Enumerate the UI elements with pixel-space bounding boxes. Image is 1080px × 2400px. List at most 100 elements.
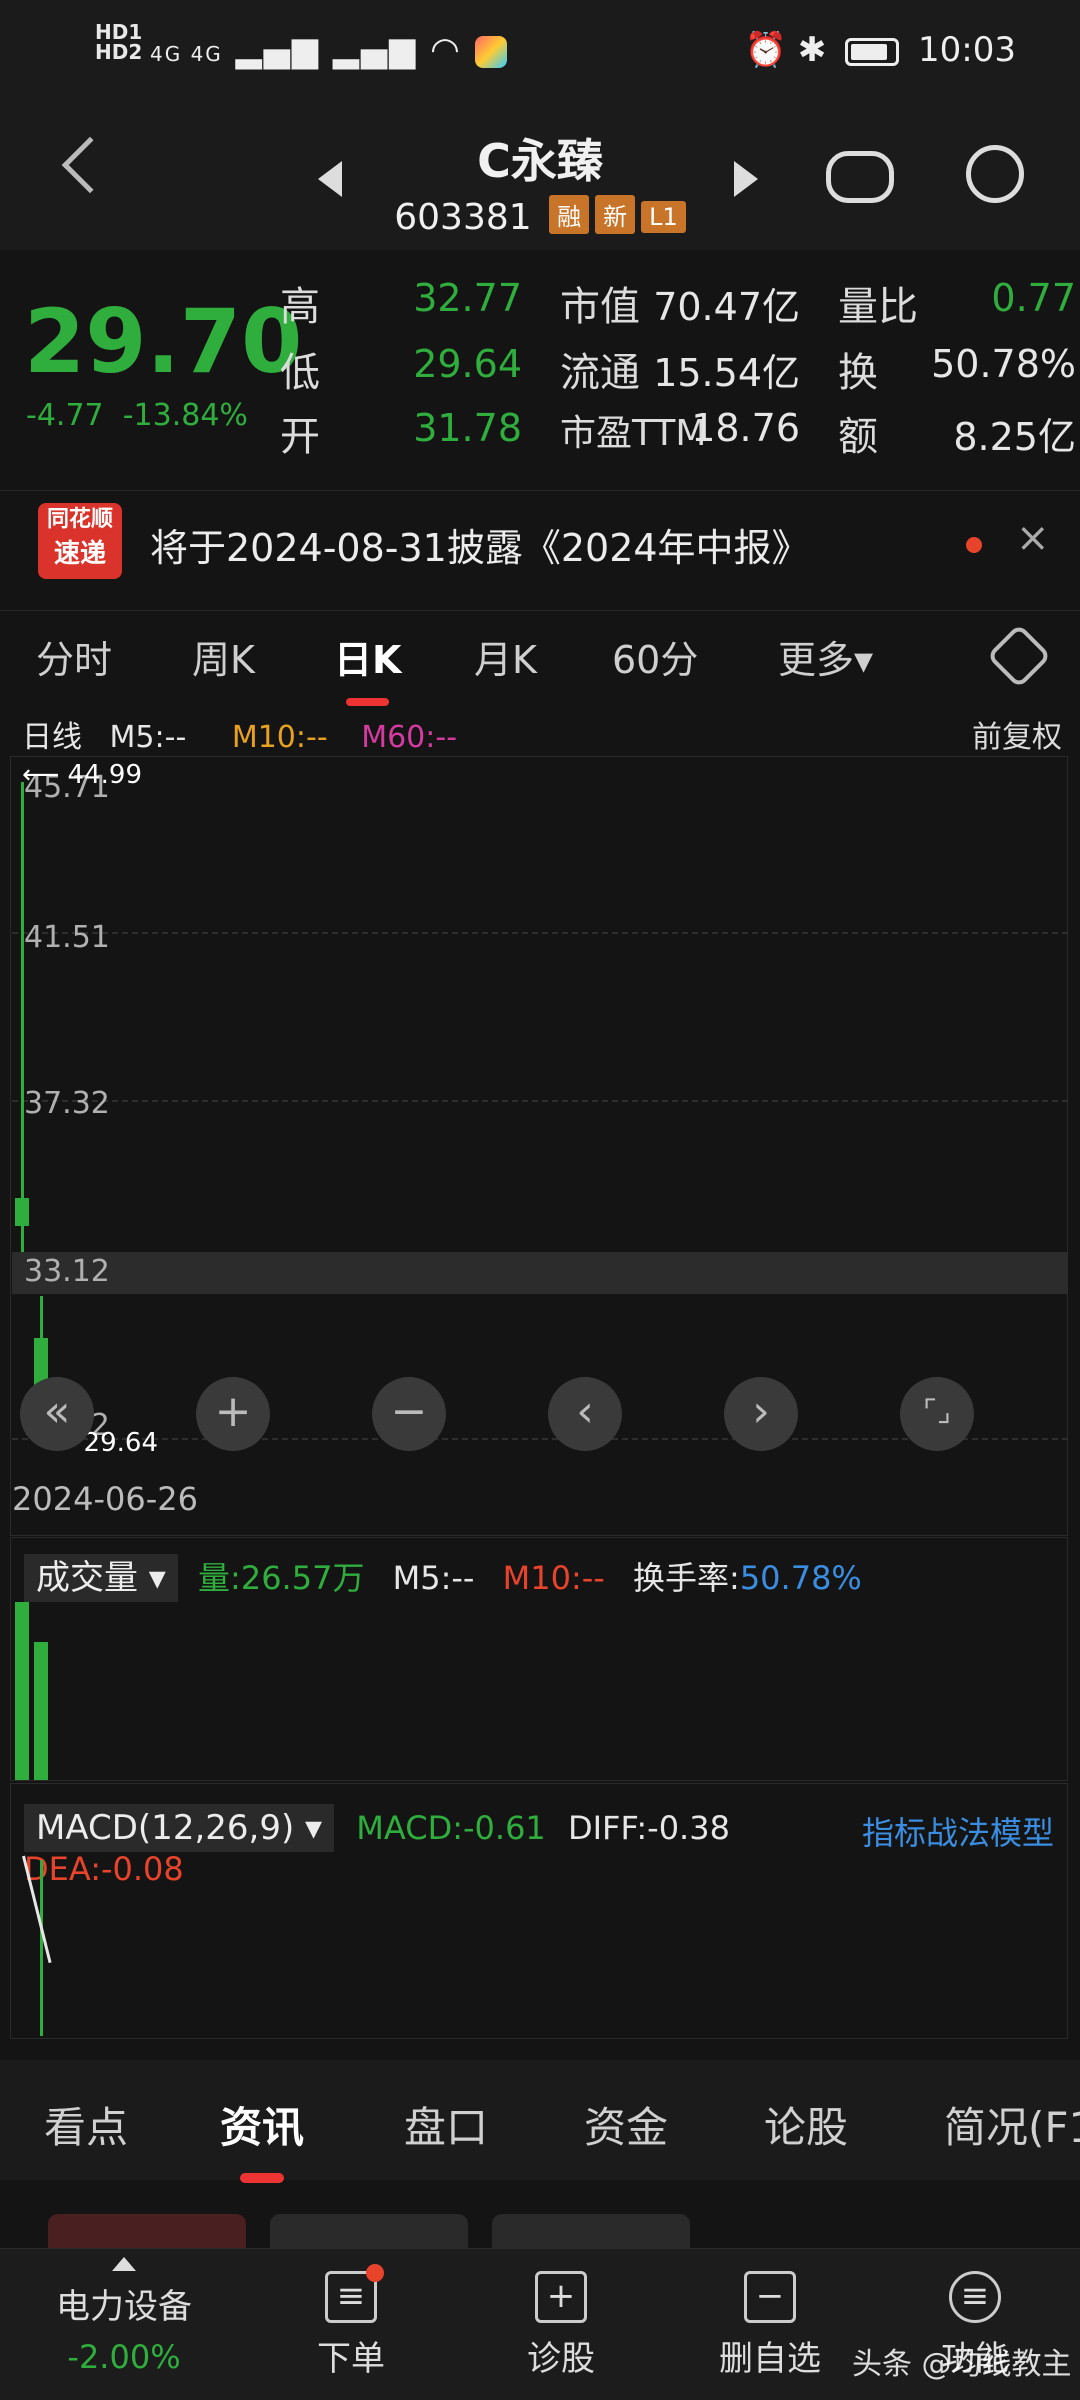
gridline [12,932,1068,934]
zoom-out-icon[interactable]: − [372,1377,446,1451]
high-marker-value: 44.99 [67,760,142,790]
nav-order-label: 下单 [317,2339,385,2379]
macd-selector-label: MACD(12,26,9) [36,1808,295,1848]
tag-margin: 融 [549,195,590,234]
sector-change: -2.00% [67,2338,181,2376]
tab-orderbook[interactable]: 盘口 [404,2094,488,2155]
macd-bar [40,1860,43,2036]
watermark: 头条 @均线教主 [852,2347,1072,2382]
indicator-model-link[interactable]: 指标战法模型 [862,1808,1054,1854]
nav-remove-label: 删自选 [719,2339,821,2379]
amount-label: 额 [838,414,878,460]
tab-weekly[interactable]: 周K [192,629,255,684]
next-stock-icon[interactable] [734,161,758,197]
nav-order[interactable]: ≡ 下单 [306,2264,396,2380]
high-value: 32.77 [413,276,522,320]
zoom-in-icon[interactable]: + [196,1377,270,1451]
volume-m10: M10:-- [502,1559,605,1597]
low-marker-value: 29.64 [83,1428,158,1458]
amount-value: 8.25亿 [953,415,1076,459]
market-cap-value: 70.47亿 [653,285,800,329]
notice-bar[interactable]: 同花顺 速递 将于2024-08-31披露《2024年中报》 × [0,490,1080,600]
float-cap-value: 15.54亿 [653,351,800,395]
tab-news[interactable]: 资讯 [220,2094,304,2183]
high-marker: ⟵ 44.99 [22,760,142,790]
sector-name: 电力设备 [56,2287,192,2327]
nav-diagnose[interactable]: + 诊股 [516,2271,606,2380]
date-label: 2024-06-26 [12,1480,198,1518]
scroll-right-icon[interactable]: › [724,1377,798,1451]
tab-highlights[interactable]: 看点 [44,2094,128,2155]
turnover-value: 50.78% [931,342,1076,386]
scroll-left-icon[interactable]: ‹ [548,1377,622,1451]
stock-header: C永臻 603381 融新 L1 [0,105,1080,250]
highlight-band [12,1252,1068,1294]
tab-daily[interactable]: 日K [334,629,401,706]
volume-m5: M5:-- [392,1559,475,1597]
turnover-rate-value: 50.78% [739,1559,862,1597]
pe-value: 18.76 [691,406,800,450]
low-label: 低 [280,350,320,396]
tag-new: 新 [595,195,636,234]
ma60-value: M60:-- [361,720,458,755]
fullscreen-icon[interactable]: ⌜⌟ [900,1377,974,1451]
tag-l1: L1 [641,201,686,233]
sector-info[interactable]: 电力设备 -2.00% [44,2257,204,2376]
volume-bar [34,1642,48,1780]
macd-value: MACD:-0.61 [356,1809,546,1847]
settings-icon[interactable] [986,623,1052,689]
search-icon[interactable] [966,145,1024,203]
volume-bar [15,1602,29,1780]
hd-badge: HD1 HD2 [95,20,143,64]
tab-60min[interactable]: 60分 [612,629,698,684]
bottom-nav: 电力设备 -2.00% ≡ 下单 + 诊股 − 删自选 ≡ 功能 头条 @均线教… [0,2248,1080,2400]
sector-up-icon [112,2257,136,2271]
notice-logo: 同花顺 速递 [38,503,122,579]
nav-remove-watchlist[interactable]: − 删自选 [710,2271,830,2380]
volume-selector-label: 成交量 [36,1558,138,1598]
volume-value: 量:26.57万 [198,1559,365,1597]
macd-selector[interactable]: MACD(12,26,9) ▾ [24,1804,335,1852]
network-label: 4G 4G [150,42,223,66]
dea-value: DEA:-0.08 [24,1850,184,1888]
signal-icons: 4G 4G ▂▄▆ ▂▄▆ ◠ [150,30,507,70]
current-price: 29.70 [24,290,303,393]
price-change: -4.77 -13.84% [26,398,248,433]
volume-legend: 成交量 ▾ 量:26.57万 M5:-- M10:-- 换手率:50.78% [24,1550,862,1602]
open-value: 31.78 [413,406,522,450]
tab-monthly[interactable]: 月K [474,629,537,684]
turnover-rate-label: 换手率: [633,1559,740,1597]
unread-dot-icon [966,537,982,553]
low-value: 29.64 [413,342,522,386]
tab-discussion[interactable]: 论股 [764,2094,848,2155]
gridline [12,1100,1068,1102]
turnover-label: 换 [838,350,878,396]
chart-period-tabs: 分时 周K 日K 月K 60分 更多▾ [0,610,1080,706]
y-tick: 37.32 [24,1086,110,1121]
tab-funds[interactable]: 资金 [584,2094,668,2155]
info-tabs: 看点 资讯 盘口 资金 论股 简况(F10) [0,2060,1080,2183]
float-cap-label: 流通 [560,350,640,396]
tab-more[interactable]: 更多▾ [778,629,873,684]
adjust-label[interactable]: 前复权 [972,712,1062,756]
volume-selector[interactable]: 成交量 ▾ [24,1554,178,1602]
tab-intraday[interactable]: 分时 [36,629,112,684]
high-label: 高 [280,284,320,330]
robot-icon[interactable] [826,151,894,203]
stock-name: C永臻 [477,134,603,188]
tab-profile[interactable]: 简况(F10) [944,2094,1080,2155]
pe-label: 市盈TTM [560,413,707,454]
battery-icon [845,37,900,66]
notification-dot-icon [366,2264,384,2282]
change-percent: -13.84% [122,398,248,433]
diff-value: DIFF:-0.38 [567,1809,730,1847]
change-amount: -4.77 [26,398,104,433]
candle-body [15,1198,29,1226]
close-icon[interactable]: × [1016,515,1050,561]
open-label: 开 [280,414,320,460]
candle-wick [21,782,24,1252]
bluetooth-icon: ✱ [797,30,827,70]
y-tick: 33.12 [24,1254,110,1289]
ma10-value: M10:-- [231,720,328,755]
rewind-icon[interactable]: « [20,1377,94,1451]
